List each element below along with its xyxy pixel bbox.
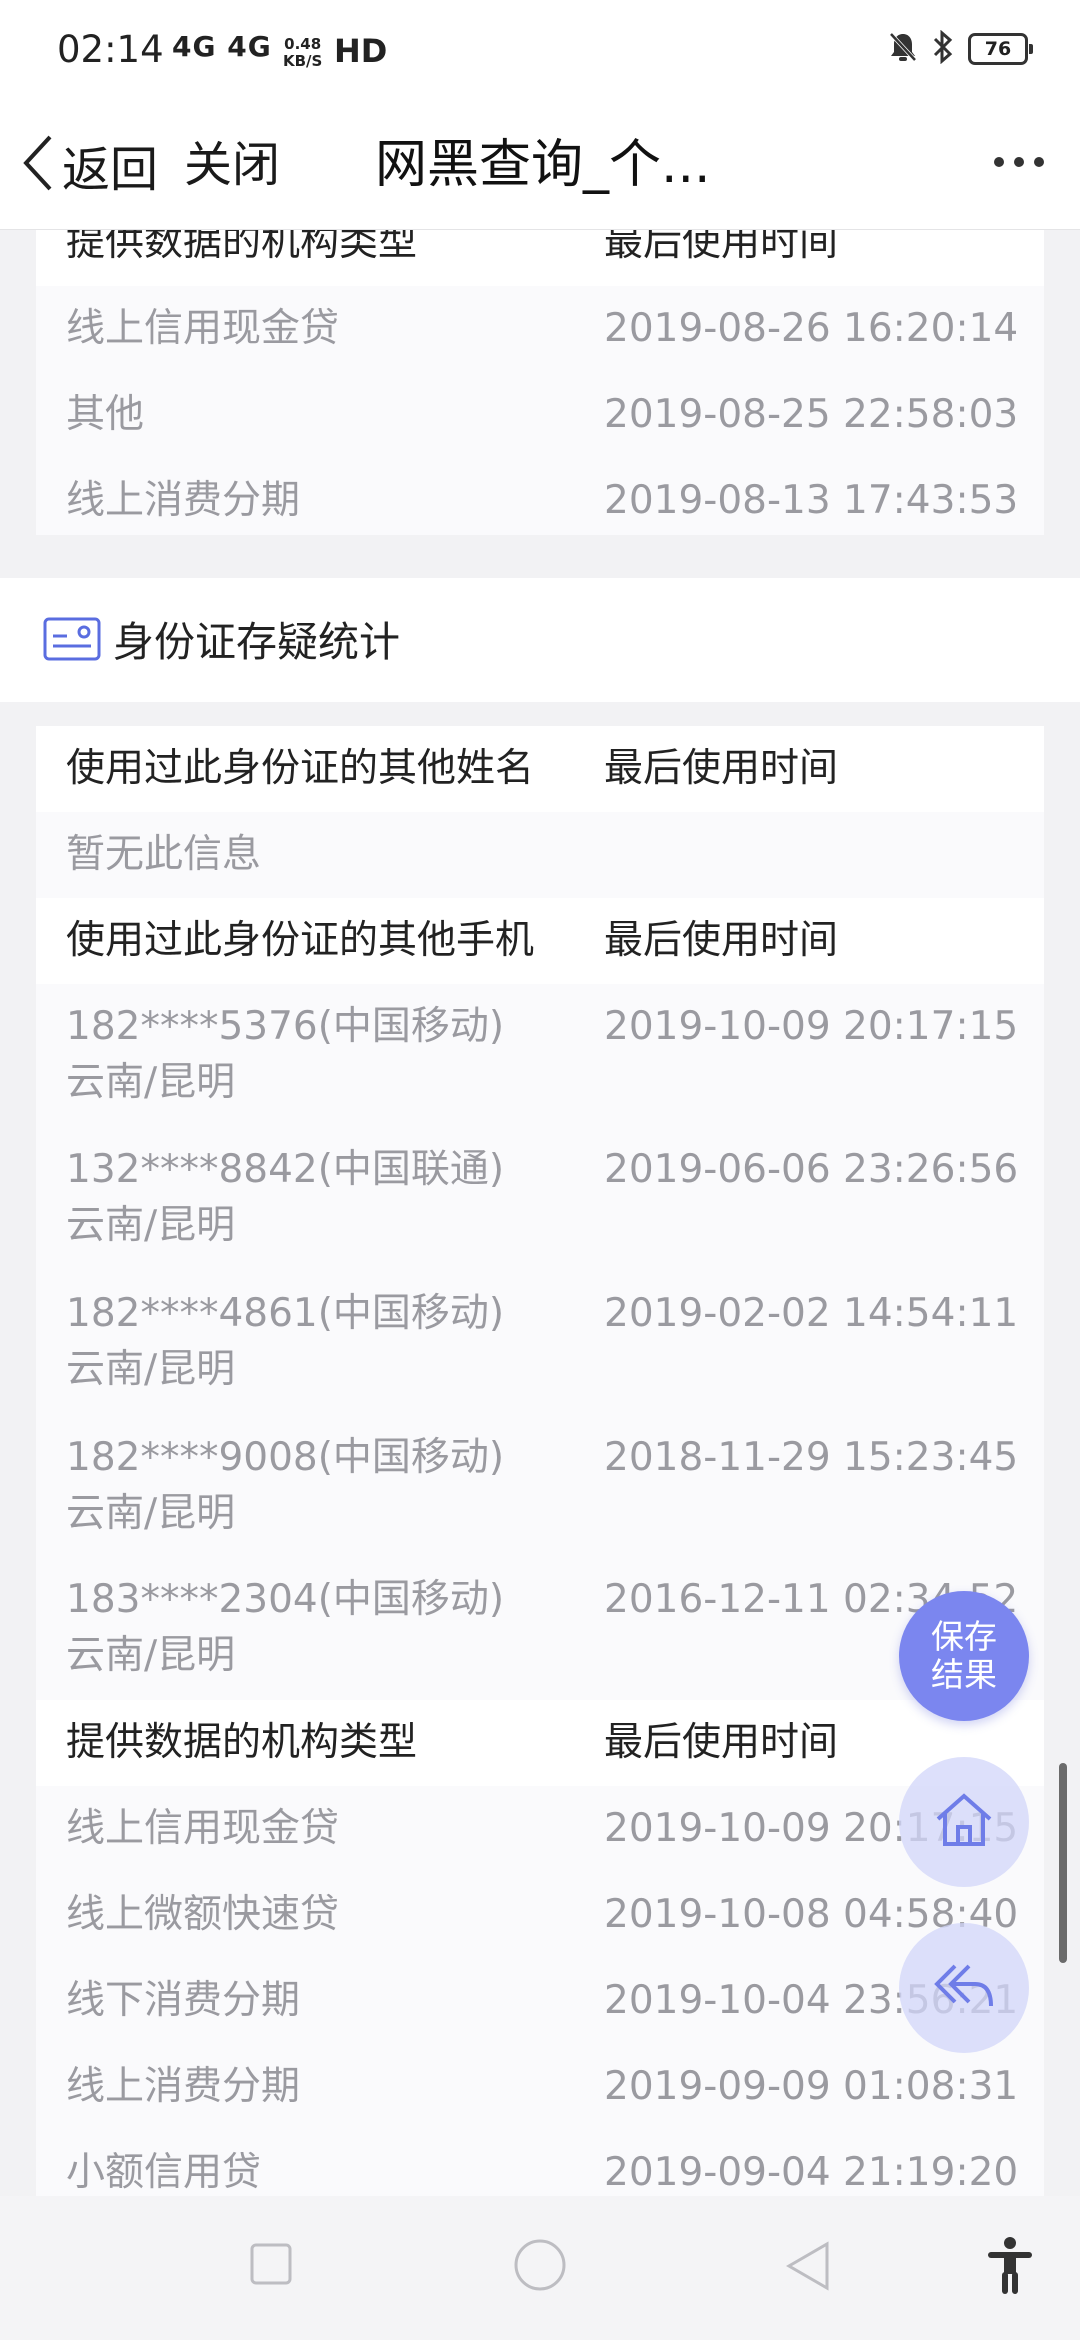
- back-triangle-icon[interactable]: [785, 2240, 831, 2296]
- system-nav-bar: [0, 2196, 1080, 2340]
- last-used-value: 2019-02-02 14:54:11: [604, 1291, 1019, 1336]
- reply-all-icon: [931, 1960, 997, 2016]
- reply-back-button[interactable]: [899, 1923, 1029, 2053]
- table-header: 提供数据的机构类型 最后使用时间: [36, 1700, 1044, 1786]
- org-type-value: 线上信用现金贷: [66, 1806, 340, 1851]
- chevron-left-icon: [20, 131, 56, 199]
- phone-location: 云南/昆明: [66, 1203, 236, 1248]
- network-speed: 0.48 KB/S: [283, 36, 322, 70]
- org-type-card-top: 提供数据的机构类型 最后使用时间 线上信用现金贷 2019-08-26 16:2…: [36, 230, 1044, 535]
- table-header: 使用过此身份证的其他手机 最后使用时间: [36, 898, 1044, 984]
- mute-bell-icon: [888, 31, 918, 67]
- table-header: 使用过此身份证的其他姓名 最后使用时间: [36, 726, 1044, 812]
- empty-row: 暂无此信息: [36, 812, 1044, 898]
- id-stats-card: 使用过此身份证的其他姓名 最后使用时间 暂无此信息 使用过此身份证的其他手机 最…: [36, 726, 1044, 2196]
- phone-number: 182****9008(中国移动): [66, 1435, 505, 1480]
- recents-square-icon[interactable]: [249, 2242, 293, 2290]
- phone-row: 182****9008(中国移动) 云南/昆明 2018-11-29 15:23…: [36, 1415, 1044, 1558]
- org-type-value: 线上消费分期: [66, 2064, 301, 2109]
- header-other-names: 使用过此身份证的其他姓名: [66, 746, 535, 791]
- section-title: 身份证存疑统计: [113, 618, 400, 666]
- phone-number: 183****2304(中国移动): [66, 1577, 505, 1622]
- last-used-value: 2018-11-29 15:23:45: [604, 1435, 1019, 1480]
- status-bar: 02:14 4G 4G 0.48 KB/S HD 76: [0, 0, 1080, 105]
- phone-row: 132****8842(中国联通) 云南/昆明 2019-06-06 23:26…: [36, 1127, 1044, 1270]
- phone-location: 云南/昆明: [66, 1347, 236, 1392]
- last-used-value: 2019-08-25 22:58:03: [604, 392, 1019, 437]
- table-row: 线上消费分期 2019-09-09 01:08:31: [36, 2044, 1044, 2130]
- last-used-value: 2019-06-06 23:26:56: [604, 1147, 1019, 1192]
- last-used-value: 2019-09-09 01:08:31: [604, 2064, 1019, 2109]
- org-type-value: 小额信用贷: [66, 2150, 262, 2195]
- home-button[interactable]: [899, 1757, 1029, 1887]
- status-right: 76: [888, 29, 1033, 68]
- bluetooth-icon: [932, 29, 954, 68]
- hd-indicator: HD: [334, 32, 388, 70]
- table-row: 线下消费分期 2019-10-04 23:56:21: [36, 1958, 1044, 2044]
- status-time: 02:14: [57, 28, 164, 71]
- save-result-button[interactable]: 保存 结果: [899, 1591, 1029, 1721]
- close-button[interactable]: 关闭: [184, 125, 280, 205]
- last-used-value: 2019-09-04 21:19:20: [604, 2150, 1019, 2195]
- header-org-type: 提供数据的机构类型: [66, 1720, 418, 1765]
- dot-icon: [1034, 157, 1044, 167]
- phone-row: 182****4861(中国移动) 云南/昆明 2019-02-02 14:54…: [36, 1271, 1044, 1414]
- phone-location: 云南/昆明: [66, 1633, 236, 1678]
- org-type-value: 线上信用现金贷: [66, 306, 340, 351]
- battery-indicator: 76: [968, 33, 1033, 65]
- dot-icon: [1014, 157, 1024, 167]
- header-last-used: 最后使用时间: [604, 230, 839, 265]
- table-row: 线上信用现金贷 2019-10-09 20:17:15: [36, 1786, 1044, 1872]
- org-type-value: 线上消费分期: [66, 478, 301, 523]
- table-header: 提供数据的机构类型 最后使用时间: [36, 230, 1044, 286]
- network-speed-value: 0.48: [284, 35, 322, 53]
- accessibility-icon[interactable]: [985, 2236, 1035, 2300]
- save-label-line1: 保存: [931, 1617, 997, 1656]
- dot-icon: [994, 157, 1004, 167]
- signal-indicator: 4G 4G: [172, 30, 272, 63]
- org-type-value: 线上微额快速贷: [66, 1892, 340, 1937]
- header-other-phones: 使用过此身份证的其他手机: [66, 918, 535, 963]
- phone-row: 183****2304(中国移动) 云南/昆明 2016-12-11 02:34…: [36, 1557, 1044, 1700]
- phone-location: 云南/昆明: [66, 1060, 236, 1105]
- home-circle-icon[interactable]: [513, 2238, 567, 2296]
- network-speed-unit: KB/S: [283, 52, 323, 70]
- table-row: 线上消费分期 2019-08-13 17:43:53: [36, 458, 1044, 544]
- back-button[interactable]: 返回: [20, 125, 158, 205]
- phone-number: 182****4861(中国移动): [66, 1291, 505, 1336]
- phone-location: 云南/昆明: [66, 1491, 236, 1536]
- home-icon: [933, 1791, 995, 1853]
- page-title: 网黑查询_个...: [375, 135, 711, 195]
- header-last-used: 最后使用时间: [604, 918, 839, 963]
- id-card-icon: [42, 616, 102, 666]
- table-row: 线上信用现金贷 2019-08-26 16:20:14: [36, 286, 1044, 372]
- section-header-id-stats: 身份证存疑统计: [0, 578, 1080, 702]
- last-used-value: 2019-08-13 17:43:53: [604, 478, 1019, 523]
- phone-row: 182****5376(中国移动) 云南/昆明 2019-10-09 20:17…: [36, 984, 1044, 1127]
- content-scroll[interactable]: 提供数据的机构类型 最后使用时间 线上信用现金贷 2019-08-26 16:2…: [0, 230, 1080, 2196]
- table-row: 线上微额快速贷 2019-10-08 04:58:40: [36, 1872, 1044, 1958]
- org-type-value: 其他: [66, 392, 145, 437]
- more-menu-button[interactable]: [994, 157, 1044, 167]
- last-used-value: 2019-08-26 16:20:14: [604, 306, 1019, 351]
- header-org-type: 提供数据的机构类型: [66, 230, 418, 265]
- table-row: 小额信用贷 2019-09-04 21:19:20: [36, 2130, 1044, 2196]
- empty-message: 暂无此信息: [66, 832, 262, 877]
- header-last-used: 最后使用时间: [604, 746, 839, 791]
- header-last-used: 最后使用时间: [604, 1720, 839, 1765]
- org-type-value: 线下消费分期: [66, 1978, 301, 2023]
- save-label-line2: 结果: [931, 1655, 997, 1694]
- phone-number: 182****5376(中国移动): [66, 1004, 505, 1049]
- last-used-value: 2019-10-09 20:17:15: [604, 1004, 1019, 1049]
- back-label: 返回: [62, 142, 159, 198]
- nav-bar: 返回 关闭 网黑查询_个...: [0, 105, 1080, 230]
- phone-number: 132****8842(中国联通): [66, 1147, 505, 1192]
- table-row: 其他 2019-08-25 22:58:03: [36, 372, 1044, 458]
- scrollbar[interactable]: [1059, 1763, 1067, 1963]
